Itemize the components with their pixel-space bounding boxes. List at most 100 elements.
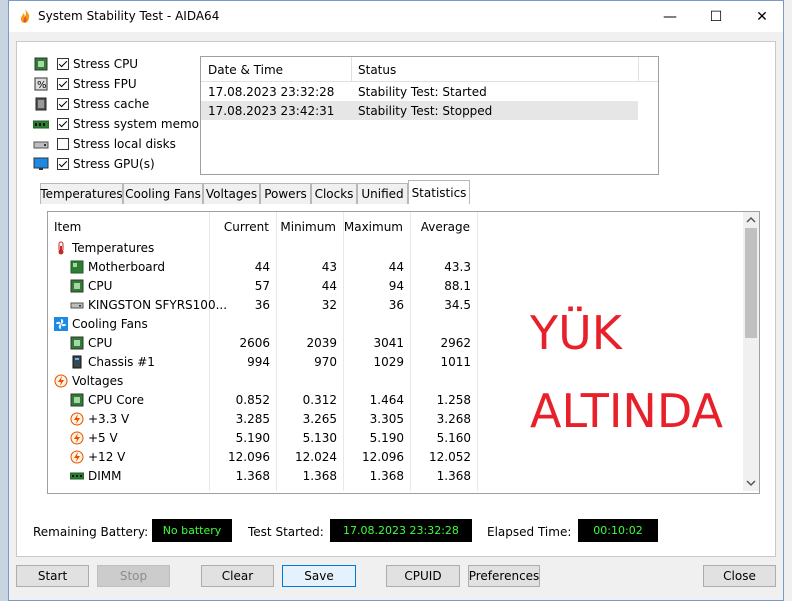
stat-average: 34.5 xyxy=(444,298,471,312)
stat-item: CPU xyxy=(88,279,113,293)
chassis-icon xyxy=(72,355,82,369)
stress-memory-option[interactable]: Stress system memory xyxy=(33,115,211,133)
elapsed-time-label: Elapsed Time: xyxy=(487,525,572,539)
vertical-scrollbar[interactable] xyxy=(743,212,759,491)
col-maximum[interactable]: Maximum xyxy=(343,220,403,234)
stress-gpu-label: Stress GPU(s) xyxy=(73,157,155,171)
log-header-datetime[interactable]: Date & Time xyxy=(208,63,283,77)
stats-row[interactable]: DIMM 1.368 1.368 1.368 1.368 xyxy=(48,467,734,486)
col-average[interactable]: Average xyxy=(413,220,470,234)
stats-row[interactable]: Motherboard 44 43 44 43.3 xyxy=(48,258,734,277)
tab-statistics[interactable]: Statistics xyxy=(408,180,470,204)
minimize-icon: — xyxy=(663,8,677,25)
col-current[interactable]: Current xyxy=(223,220,269,234)
stat-maximum: 94 xyxy=(388,279,404,293)
svg-text:%: % xyxy=(37,80,47,91)
stat-maximum: 12.096 xyxy=(362,450,404,464)
tab-temperatures[interactable]: Temperatures xyxy=(40,183,123,204)
log-row-selected[interactable]: 17.08.2023 23:42:31 Stability Test: Stop… xyxy=(201,101,638,120)
stress-cpu-label: Stress CPU xyxy=(73,57,139,71)
cache-icon xyxy=(35,97,47,111)
statistics-grid[interactable]: Item Current Minimum Maximum Average Tem… xyxy=(47,211,760,494)
stats-row[interactable]: Chassis #1 994 970 1029 1011 xyxy=(48,353,734,372)
tab-voltages[interactable]: Voltages xyxy=(203,183,260,204)
start-button[interactable]: Start xyxy=(16,565,89,587)
group-label: Cooling Fans xyxy=(72,317,148,331)
log-datetime: 17.08.2023 23:32:28 xyxy=(208,85,335,99)
scrollbar-thumb[interactable] xyxy=(745,228,757,338)
stats-row[interactable]: +12 V 12.096 12.024 12.096 12.052 xyxy=(48,448,734,467)
stress-fpu-label: Stress FPU xyxy=(73,77,137,91)
stats-row[interactable]: CPU 2606 2039 3041 2962 xyxy=(48,334,734,353)
cpu-icon xyxy=(34,57,48,71)
stat-current: 57 xyxy=(254,279,270,293)
stats-row[interactable]: KINGSTON SFYRS100... 36 32 36 34.5 xyxy=(48,296,734,315)
gpu-icon xyxy=(33,157,49,170)
stress-cache-option[interactable]: Stress cache xyxy=(33,95,149,113)
log-status: Stability Test: Stopped xyxy=(358,104,493,118)
stress-disks-option[interactable]: Stress local disks xyxy=(33,135,176,153)
close-button[interactable]: Close xyxy=(703,565,776,587)
log-header-status[interactable]: Status xyxy=(358,63,396,77)
stat-maximum: 1.368 xyxy=(369,469,404,483)
maximize-button[interactable]: ☐ xyxy=(693,1,739,32)
tab-unified[interactable]: Unified xyxy=(357,183,408,204)
stat-item: +3.3 V xyxy=(88,412,130,426)
stress-gpu-option[interactable]: Stress GPU(s) xyxy=(33,155,155,173)
stat-average: 3.268 xyxy=(436,412,471,426)
tab-clocks[interactable]: Clocks xyxy=(311,183,357,204)
elapsed-time-value: 00:10:02 xyxy=(578,519,658,542)
stat-maximum: 3.305 xyxy=(369,412,404,426)
stats-row[interactable]: CPU 57 44 94 88.1 xyxy=(48,277,734,296)
thermometer-icon xyxy=(58,241,64,255)
overlay-text-line1: YÜK xyxy=(530,306,622,360)
stress-gpu-checkbox[interactable] xyxy=(57,158,69,170)
test-log-list[interactable]: Date & Time Status 17.08.2023 23:32:28 S… xyxy=(200,56,659,175)
cpu-icon xyxy=(70,336,84,350)
clear-button[interactable]: Clear xyxy=(201,565,274,587)
stress-cpu-checkbox[interactable] xyxy=(57,58,69,70)
stat-item: CPU Core xyxy=(88,393,144,407)
disk-icon xyxy=(33,141,49,149)
stress-cache-checkbox[interactable] xyxy=(57,98,69,110)
stat-minimum: 3.265 xyxy=(302,412,337,426)
stress-disks-checkbox[interactable] xyxy=(57,138,69,150)
tab-cooling-fans[interactable]: Cooling Fans xyxy=(123,183,203,204)
stress-memory-checkbox[interactable] xyxy=(57,118,69,130)
col-item[interactable]: Item xyxy=(54,220,81,234)
stress-fpu-option[interactable]: % Stress FPU xyxy=(33,75,137,93)
cpu-icon xyxy=(70,393,84,407)
stress-cpu-option[interactable]: Stress CPU xyxy=(33,55,138,73)
log-header-divider xyxy=(351,57,352,81)
scroll-up-icon[interactable] xyxy=(746,216,756,224)
preferences-button[interactable]: Preferences xyxy=(468,565,540,587)
group-cooling-fans[interactable]: Cooling Fans xyxy=(48,315,734,334)
stop-button[interactable]: Stop xyxy=(97,565,170,587)
stat-current: 0.852 xyxy=(235,393,270,407)
stat-average: 1.258 xyxy=(436,393,471,407)
stress-memory-label: Stress system memory xyxy=(73,117,212,131)
close-window-button[interactable]: ✕ xyxy=(739,1,785,32)
save-button[interactable]: Save xyxy=(282,565,356,587)
main-panel: Stress CPU % Stress FPU Stress cache Str… xyxy=(16,41,776,557)
memory-icon xyxy=(70,472,84,480)
scroll-down-icon[interactable] xyxy=(746,479,756,487)
log-row[interactable]: 17.08.2023 23:32:28 Stability Test: Star… xyxy=(201,82,638,101)
close-icon: ✕ xyxy=(756,8,768,25)
cpuid-button[interactable]: CPUID xyxy=(386,565,460,587)
group-temperatures[interactable]: Temperatures xyxy=(48,239,734,258)
stress-disks-label: Stress local disks xyxy=(73,137,176,151)
stress-fpu-checkbox[interactable] xyxy=(57,78,69,90)
tab-powers[interactable]: Powers xyxy=(260,183,311,204)
log-datetime: 17.08.2023 23:42:31 xyxy=(208,104,335,118)
minimize-button[interactable]: — xyxy=(647,1,693,32)
col-minimum[interactable]: Minimum xyxy=(279,220,336,234)
stat-item: +5 V xyxy=(88,431,118,445)
fpu-icon: % xyxy=(34,77,48,91)
group-label: Temperatures xyxy=(72,241,155,255)
stat-current: 44 xyxy=(254,260,270,274)
stat-maximum: 3041 xyxy=(373,336,404,350)
stat-current: 2606 xyxy=(239,336,270,350)
stat-average: 1.368 xyxy=(436,469,471,483)
stat-average: 88.1 xyxy=(444,279,471,293)
